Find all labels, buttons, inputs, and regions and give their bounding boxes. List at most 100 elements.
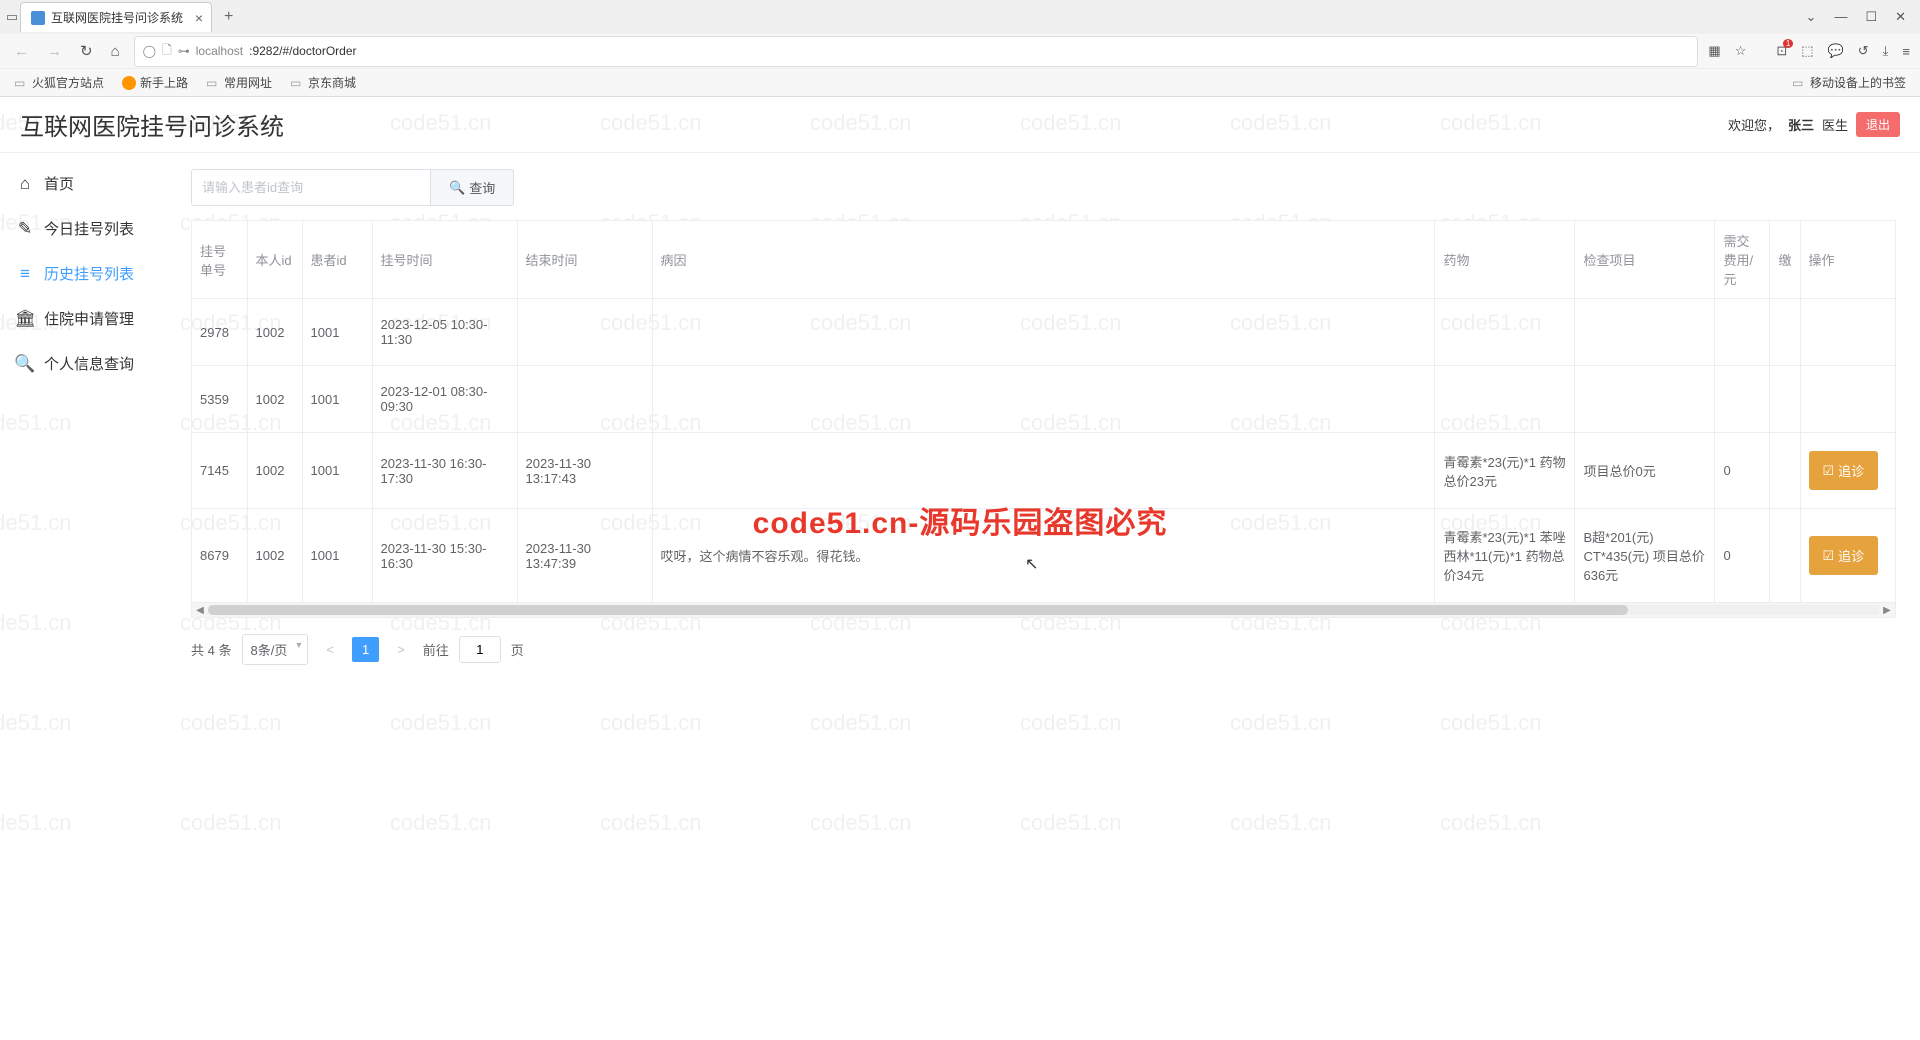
window-minimize-icon[interactable]: — (1834, 9, 1847, 25)
cell-exam: B超*201(元) CT*435(元) 项目总价636元 (1575, 509, 1715, 603)
cell-reg_no: 8679 (192, 509, 247, 603)
total-label: 共 4 条 (191, 640, 232, 659)
sidebar-item-today[interactable]: ✎ 今日挂号列表 (0, 206, 175, 251)
cell-cause (652, 433, 1435, 509)
user-name: 张三 (1788, 115, 1814, 134)
user-role: 医生 (1822, 115, 1848, 134)
bookmarks-bar: ▭火狐官方站点 新手上路 ▭常用网址 ▭京东商城 ▭移动设备上的书签 (0, 68, 1920, 96)
sidebar-item-inpatient[interactable]: 🏛 住院申请管理 (0, 296, 175, 341)
zhuizhen-button[interactable]: ☑追诊 (1809, 451, 1879, 490)
th-fee: 需交费用/元 (1715, 221, 1770, 299)
scroll-track[interactable] (208, 605, 1879, 615)
window-dropdown-icon[interactable]: ⌄ (1806, 9, 1817, 25)
cell-medicine: 青霉素*23(元)*1 苯唑西林*11(元)*1 药物总价34元 (1435, 509, 1575, 603)
cell-reg_time: 2023-11-30 16:30-17:30 (372, 433, 517, 509)
page-prev-icon[interactable]: < (318, 637, 342, 662)
zhuizhen-button[interactable]: ☑追诊 (1809, 536, 1879, 575)
cell-medicine: 青霉素*23(元)*1 药物总价23元 (1435, 433, 1575, 509)
magnify-icon: 🔍 (449, 180, 465, 196)
chat-icon[interactable]: 💬 (1828, 43, 1844, 59)
horizontal-scrollbar[interactable]: ◀ ▶ (192, 603, 1895, 617)
page-size-select[interactable]: 8条/页 (242, 634, 309, 665)
browser-tab[interactable]: 互联网医院挂号问诊系统 × (20, 2, 212, 32)
qr-icon[interactable]: ▦ (1708, 43, 1720, 59)
sidebar-item-profile[interactable]: 🔍 个人信息查询 (0, 341, 175, 386)
nav-home-icon[interactable]: ⌂ (107, 41, 124, 62)
bookmark-mobile[interactable]: ▭移动设备上的书签 (1792, 74, 1906, 91)
tab-close-icon[interactable]: × (195, 10, 203, 26)
download-icon[interactable]: ⤓ (1883, 43, 1889, 59)
cell-exam: 项目总价0元 (1575, 433, 1715, 509)
cell-action (1800, 299, 1895, 366)
welcome-text: 欢迎您， (1728, 115, 1780, 134)
table-row: 5359100210012023-12-01 08:30-09:30 (192, 366, 1895, 433)
cell-fee: 0 (1715, 433, 1770, 509)
bookmark-jd[interactable]: ▭京东商城 (290, 74, 356, 91)
cell-medicine (1435, 366, 1575, 433)
nav-back-icon[interactable]: ← (10, 41, 33, 62)
tab-title: 互联网医院挂号问诊系统 (51, 9, 183, 26)
goto-input[interactable] (459, 636, 501, 663)
page-current[interactable]: 1 (352, 637, 379, 662)
toolbar-icons: ⊡1 ⬚ 💬 ↺ ⤓ ≡ (1776, 43, 1910, 59)
table-header-row: 挂号单号 本人id 患者id 挂号时间 结束时间 病因 药物 检查项目 需交费用… (192, 221, 1895, 299)
cell-action: ☑追诊 (1800, 509, 1895, 603)
window-close-icon[interactable]: ✕ (1895, 9, 1906, 25)
cell-pay (1770, 509, 1800, 603)
page-next-icon[interactable]: > (389, 637, 413, 662)
th-self-id: 本人id (247, 221, 302, 299)
sidebar-item-home[interactable]: ⌂ 首页 (0, 161, 175, 206)
star-icon[interactable]: ☆ (1735, 43, 1747, 59)
cell-pay (1770, 299, 1800, 366)
scroll-left-icon[interactable]: ◀ (192, 605, 208, 616)
extension-icon[interactable]: ⬚ (1801, 43, 1813, 59)
cell-reg_time: 2023-12-01 08:30-09:30 (372, 366, 517, 433)
goto-prefix: 前往 (423, 640, 449, 659)
cell-pay (1770, 433, 1800, 509)
cell-fee (1715, 366, 1770, 433)
nav-reload-icon[interactable]: ↻ (76, 40, 97, 62)
sidebar-item-history[interactable]: ≡ 历史挂号列表 (0, 251, 175, 296)
url-host: localhost (196, 44, 243, 58)
cell-medicine (1435, 299, 1575, 366)
home-icon: ⌂ (16, 175, 34, 193)
cell-reg_no: 7145 (192, 433, 247, 509)
cell-reg_time: 2023-12-05 10:30-11:30 (372, 299, 517, 366)
bookmark-common[interactable]: ▭常用网址 (206, 74, 272, 91)
cell-patient_id: 1001 (302, 299, 372, 366)
search-input[interactable] (191, 169, 431, 206)
table-row: 8679100210012023-11-30 15:30-16:302023-1… (192, 509, 1895, 603)
bookmark-newbie[interactable]: 新手上路 (122, 74, 188, 91)
tab-space-icon: ▭ (8, 9, 16, 25)
sidebar: ⌂ 首页 ✎ 今日挂号列表 ≡ 历史挂号列表 🏛 住院申请管理 🔍 个人信息查询 (0, 153, 175, 697)
app-title: 互联网医院挂号问诊系统 (20, 107, 284, 142)
logout-button[interactable]: 退出 (1856, 112, 1900, 137)
extension-badge-icon[interactable]: ⊡1 (1776, 43, 1787, 59)
cell-cause: 哎呀，这个病情不容乐观。得花钱。 (652, 509, 1435, 603)
menu-icon[interactable]: ≡ (1902, 44, 1910, 59)
refresh-ext-icon[interactable]: ↺ (1858, 43, 1869, 59)
th-cause: 病因 (652, 221, 1435, 299)
th-reg-time: 挂号时间 (372, 221, 517, 299)
window-maximize-icon[interactable]: ☐ (1865, 9, 1877, 25)
new-tab-button[interactable]: + (216, 4, 241, 30)
content: 🔍 查询 挂号单号 本人id 患者id 挂号时间 结束时间 病因 药 (175, 153, 1920, 697)
sidebar-item-label: 历史挂号列表 (44, 263, 134, 284)
scroll-right-icon[interactable]: ▶ (1879, 605, 1895, 616)
sidebar-item-label: 今日挂号列表 (44, 218, 134, 239)
search-button[interactable]: 🔍 查询 (431, 169, 514, 206)
app-header: 互联网医院挂号问诊系统 欢迎您， 张三 医生 退出 (0, 97, 1920, 153)
url-right-icons: ▦ ☆ (1708, 43, 1746, 59)
cell-cause (652, 299, 1435, 366)
cell-self_id: 1002 (247, 433, 302, 509)
bookmark-firefox[interactable]: ▭火狐官方站点 (14, 74, 104, 91)
list-icon: ≡ (16, 265, 34, 283)
url-field[interactable]: ◯ 🗋 ⊶ localhost:9282/#/doctorOrder (134, 36, 1699, 67)
cell-end_time: 2023-11-30 13:17:43 (517, 433, 652, 509)
building-icon: 🏛 (16, 310, 34, 328)
cell-exam (1575, 299, 1715, 366)
nav-forward-icon[interactable]: → (43, 41, 66, 62)
table-wrap: 挂号单号 本人id 患者id 挂号时间 结束时间 病因 药物 检查项目 需交费用… (191, 220, 1896, 618)
cell-self_id: 1002 (247, 366, 302, 433)
scroll-thumb[interactable] (208, 605, 1628, 615)
